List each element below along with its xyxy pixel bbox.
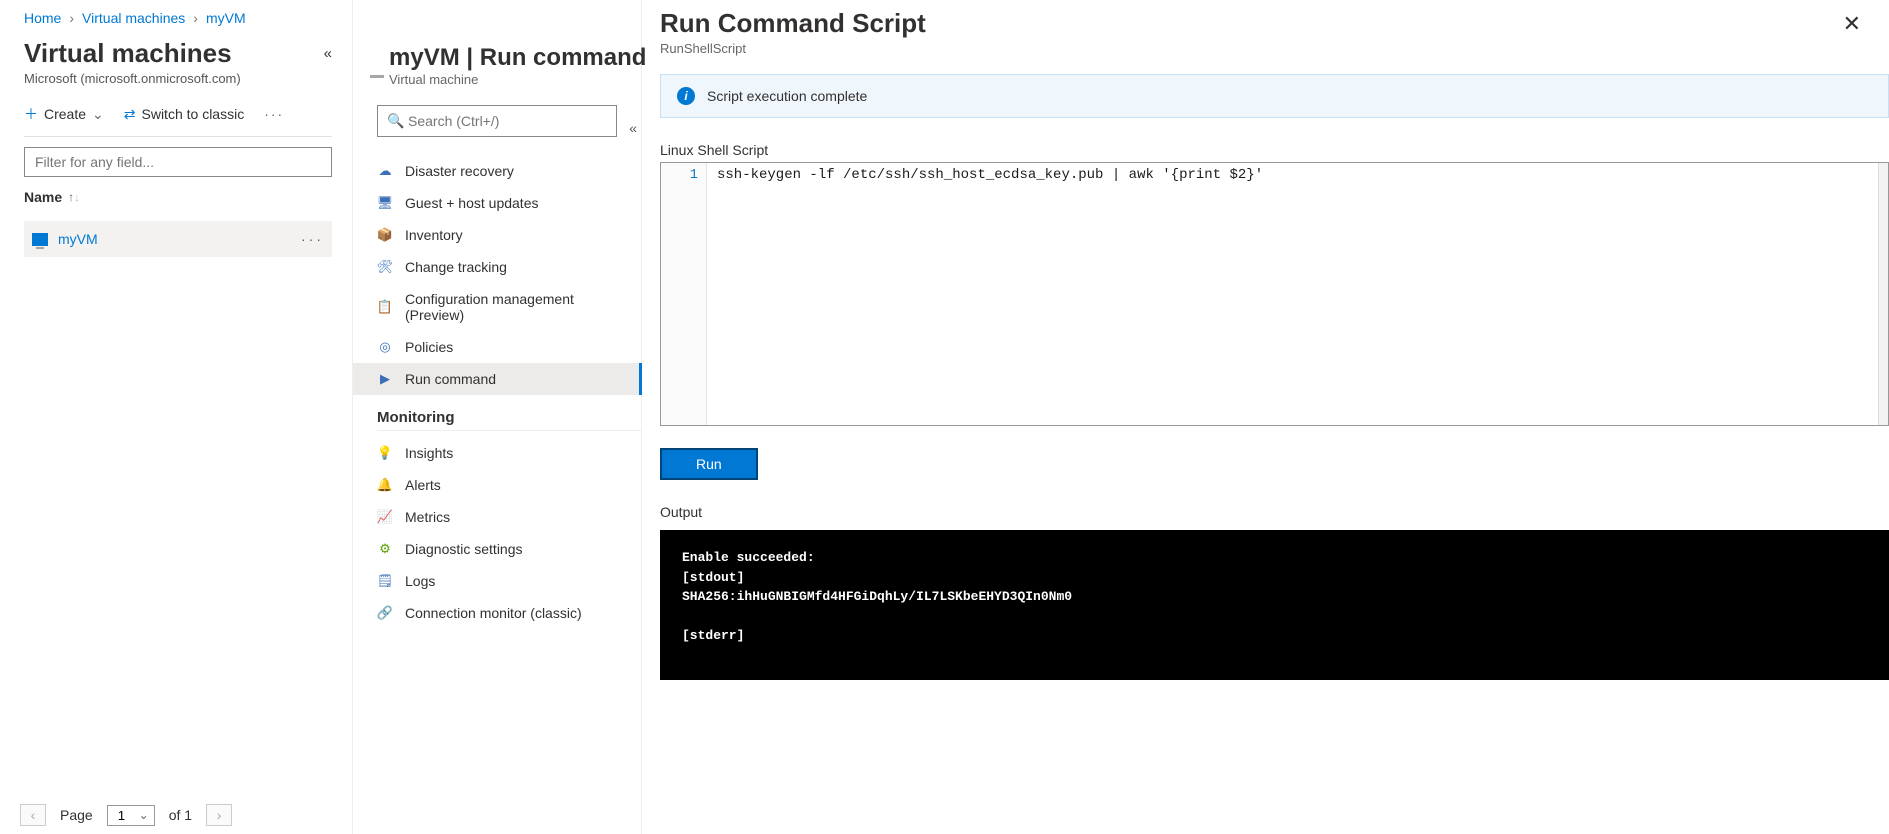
run-button[interactable]: Run: [660, 448, 758, 480]
menu-change-tracking[interactable]: 🛠Change tracking: [377, 251, 641, 283]
chevron-right-icon: ›: [69, 10, 74, 26]
menu-search-input[interactable]: [377, 105, 617, 137]
editor-gutter: 1: [661, 163, 707, 425]
next-page-button[interactable]: ›: [206, 804, 232, 826]
cloud-icon: ☁: [377, 163, 393, 179]
gear-icon: ⚙: [377, 541, 393, 557]
status-banner: i Script execution complete: [660, 74, 1889, 118]
menu-metrics[interactable]: 📈Metrics: [377, 501, 641, 533]
editor-code[interactable]: ssh-keygen -lf /etc/ssh/ssh_host_ecdsa_k…: [707, 163, 1878, 425]
row-more-icon[interactable]: ···: [301, 231, 324, 247]
pager-page-label: Page: [60, 807, 93, 823]
chevron-down-icon: ⌄: [92, 106, 104, 123]
output-label: Output: [660, 504, 1889, 520]
breadcrumb-home[interactable]: Home: [24, 10, 61, 26]
clipboard-icon: 📋: [377, 299, 393, 315]
menu-inventory[interactable]: 📦Inventory: [377, 219, 641, 251]
plus-icon: ＋: [24, 104, 38, 124]
page-title: Virtual machines: [24, 38, 232, 69]
menu-run-command[interactable]: ▶Run command: [353, 363, 641, 395]
monitor-icon: 🖥: [377, 195, 393, 211]
pager: ‹ Page 1 ⌄ of 1 ›: [20, 804, 232, 826]
panel-subtitle: RunShellScript: [660, 41, 1889, 56]
menu-diagnostic-settings[interactable]: ⚙Diagnostic settings: [377, 533, 641, 565]
pager-of: of 1: [169, 807, 192, 823]
search-icon: 🔍: [387, 113, 404, 130]
prev-page-button[interactable]: ‹: [20, 804, 46, 826]
breadcrumb-vm-name[interactable]: myVM: [206, 10, 246, 26]
chevron-right-icon: ›: [193, 10, 198, 26]
resource-title: myVM | Run command: [389, 44, 646, 72]
column-header-name[interactable]: Name ↑↓: [24, 189, 332, 205]
breadcrumb: Home › Virtual machines › myVM: [24, 10, 332, 26]
editor-label: Linux Shell Script: [660, 142, 1889, 158]
more-icon[interactable]: ···: [264, 106, 284, 122]
resource-type: Virtual machine: [389, 72, 646, 87]
switch-classic-button[interactable]: ⇄ Switch to classic: [124, 106, 244, 123]
bulb-icon: 💡: [377, 445, 393, 461]
filter-input[interactable]: [24, 147, 332, 177]
menu-alerts[interactable]: 🔔Alerts: [377, 469, 641, 501]
menu-policies[interactable]: ◎Policies: [377, 331, 641, 363]
output-text: Enable succeeded: [stdout] SHA256:ihHuGN…: [660, 530, 1889, 680]
link-icon: 🔗: [377, 605, 393, 621]
menu-config-management[interactable]: 📋Configuration management (Preview): [377, 283, 641, 331]
bell-icon: 🔔: [377, 477, 393, 493]
table-row[interactable]: myVM ···: [24, 221, 332, 257]
package-icon: 📦: [377, 227, 393, 243]
vm-icon: [32, 233, 48, 246]
swap-icon: ⇄: [124, 106, 136, 123]
play-icon: ▶: [377, 371, 393, 387]
panel-title: Run Command Script: [660, 8, 926, 39]
menu-guest-host-updates[interactable]: 🖥Guest + host updates: [377, 187, 641, 219]
breadcrumb-vm-list[interactable]: Virtual machines: [82, 10, 185, 26]
menu-connection-monitor[interactable]: 🔗Connection monitor (classic): [377, 597, 641, 629]
collapse-icon[interactable]: «: [629, 120, 637, 136]
close-icon[interactable]: ✕: [1843, 11, 1861, 37]
menu-logs[interactable]: 🗒Logs: [377, 565, 641, 597]
menu-insights[interactable]: 💡Insights: [377, 437, 641, 469]
wrench-icon: 🛠: [377, 259, 393, 275]
target-icon: ◎: [377, 339, 393, 355]
tenant-subtitle: Microsoft (microsoft.onmicrosoft.com): [24, 71, 332, 86]
sort-icon: ↑↓: [68, 190, 80, 204]
status-text: Script execution complete: [707, 88, 867, 104]
collapse-icon[interactable]: «: [324, 45, 332, 62]
logs-icon: 🗒: [377, 573, 393, 589]
create-button[interactable]: ＋ Create ⌄: [24, 104, 104, 124]
resource-menu: ☁Disaster recovery 🖥Guest + host updates…: [377, 155, 641, 629]
vm-name-link[interactable]: myVM: [58, 231, 98, 247]
chart-icon: 📈: [377, 509, 393, 525]
scrollbar[interactable]: [1878, 163, 1888, 425]
info-icon: i: [677, 87, 695, 105]
menu-disaster-recovery[interactable]: ☁Disaster recovery: [377, 155, 641, 187]
create-label: Create: [44, 106, 86, 122]
script-editor[interactable]: 1 ssh-keygen -lf /etc/ssh/ssh_host_ecdsa…: [660, 162, 1889, 426]
switch-label: Switch to classic: [142, 106, 245, 122]
page-select[interactable]: 1: [107, 805, 155, 826]
menu-section-monitoring: Monitoring: [377, 409, 641, 431]
